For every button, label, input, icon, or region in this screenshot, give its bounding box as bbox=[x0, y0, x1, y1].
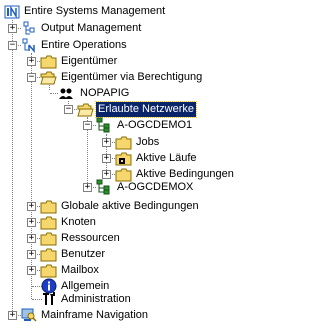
tree-item-output-management[interactable]: + Output Management bbox=[0, 20, 314, 36]
tree-item-label: Aktive Läufe bbox=[136, 151, 197, 164]
tree-item-label: Knoten bbox=[61, 215, 96, 228]
tree-item-entire-operations[interactable]: − Entire Operations bbox=[0, 37, 314, 53]
folder-icon bbox=[115, 135, 132, 150]
tree-item-a-ogcdemo1[interactable]: − A-OGCDEMO1 bbox=[0, 117, 314, 133]
collapse-icon[interactable]: − bbox=[64, 105, 73, 114]
output-management-icon bbox=[20, 20, 37, 35]
folder-icon bbox=[40, 215, 57, 230]
network-icon bbox=[95, 179, 112, 194]
tree-item-eigentuemer[interactable]: + Eigentümer bbox=[0, 53, 314, 69]
expand-icon[interactable]: + bbox=[27, 202, 36, 211]
tree-item-eigentuemer-via-berechtigung[interactable]: − Eigentümer via Berechtigung bbox=[0, 69, 314, 85]
expand-icon[interactable]: + bbox=[8, 24, 17, 33]
expand-icon[interactable]: + bbox=[27, 266, 36, 275]
tree-item-jobs[interactable]: + Jobs bbox=[0, 134, 314, 150]
users-icon bbox=[58, 86, 75, 101]
tree-item-label: Ressourcen bbox=[61, 231, 120, 244]
expand-icon[interactable]: + bbox=[102, 138, 111, 147]
tree-item-label: Output Management bbox=[41, 21, 142, 34]
folder-icon bbox=[40, 199, 57, 214]
network-icon bbox=[95, 117, 112, 132]
tree-item-label: Eigentümer bbox=[61, 54, 118, 67]
tree-item-benutzer[interactable]: + Benutzer bbox=[0, 246, 314, 262]
folder-icon bbox=[40, 263, 57, 278]
tree-item-label: Entire Operations bbox=[41, 38, 127, 51]
collapse-icon[interactable]: − bbox=[8, 41, 17, 50]
open-folder-icon bbox=[77, 102, 94, 117]
folder-icon bbox=[40, 54, 57, 69]
entire-operations-icon bbox=[20, 37, 37, 53]
active-folder-icon bbox=[115, 151, 132, 166]
collapse-icon[interactable]: − bbox=[83, 121, 92, 130]
tree-view[interactable]: Entire Systems Management + Output Manag… bbox=[0, 0, 314, 330]
expand-icon[interactable]: + bbox=[8, 311, 17, 320]
tree-item-label: Mailbox bbox=[61, 263, 99, 276]
tree-item-aktive-laeufe[interactable]: + Aktive Läufe bbox=[0, 150, 314, 166]
tree-item-label: Benutzer bbox=[61, 247, 106, 260]
expand-icon[interactable]: + bbox=[83, 183, 92, 192]
tree-item-label: Erlaubte Netzwerke bbox=[95, 100, 197, 118]
system-management-icon bbox=[3, 4, 20, 19]
collapse-icon[interactable]: − bbox=[27, 73, 36, 82]
tree-item-label: NOPAPIG bbox=[80, 86, 130, 99]
expand-icon[interactable]: + bbox=[27, 218, 36, 227]
tree-item-a-ogcdemox[interactable]: + A-OGCDEMOX bbox=[0, 179, 314, 195]
tree-item-ressourcen[interactable]: + Ressourcen bbox=[0, 230, 314, 246]
expand-icon[interactable]: + bbox=[27, 234, 36, 243]
tree-item-mainframe-navigation[interactable]: + Mainframe Navigation bbox=[0, 307, 314, 323]
tree-item-root[interactable]: Entire Systems Management bbox=[0, 3, 314, 19]
tree-item-label: A-OGCDEMO1 bbox=[117, 118, 193, 131]
tree-item-globale-aktive-bedingungen[interactable]: + Globale aktive Bedingungen bbox=[0, 198, 314, 214]
expand-icon[interactable]: + bbox=[27, 250, 36, 259]
tree-item-label: Jobs bbox=[136, 135, 160, 148]
tree-item-label: Entire Systems Management bbox=[24, 4, 166, 17]
tree-item-label: A-OGCDEMOX bbox=[117, 180, 194, 193]
tree-item-label: Globale aktive Bedingungen bbox=[61, 199, 199, 212]
open-folder-icon bbox=[40, 70, 57, 85]
mainframe-navigation-icon bbox=[20, 307, 37, 322]
expand-icon[interactable]: + bbox=[27, 57, 36, 66]
expand-icon[interactable]: + bbox=[102, 154, 111, 163]
tree-item-knoten[interactable]: + Knoten bbox=[0, 214, 314, 230]
tree-item-label: Eigentümer via Berechtigung bbox=[61, 70, 203, 83]
tree-item-label: Mainframe Navigation bbox=[41, 308, 148, 321]
tree-item-label: Administration bbox=[61, 292, 131, 305]
tree-item-nopapig[interactable]: NOPAPIG bbox=[0, 85, 314, 101]
folder-icon bbox=[40, 247, 57, 262]
tools-icon bbox=[40, 291, 57, 306]
folder-icon bbox=[40, 231, 57, 246]
tree-item-erlaubte-netzwerke[interactable]: − Erlaubte Netzwerke bbox=[0, 100, 314, 118]
tree-item-mailbox[interactable]: + Mailbox bbox=[0, 262, 314, 278]
tree-item-administration[interactable]: Administration bbox=[0, 291, 314, 307]
